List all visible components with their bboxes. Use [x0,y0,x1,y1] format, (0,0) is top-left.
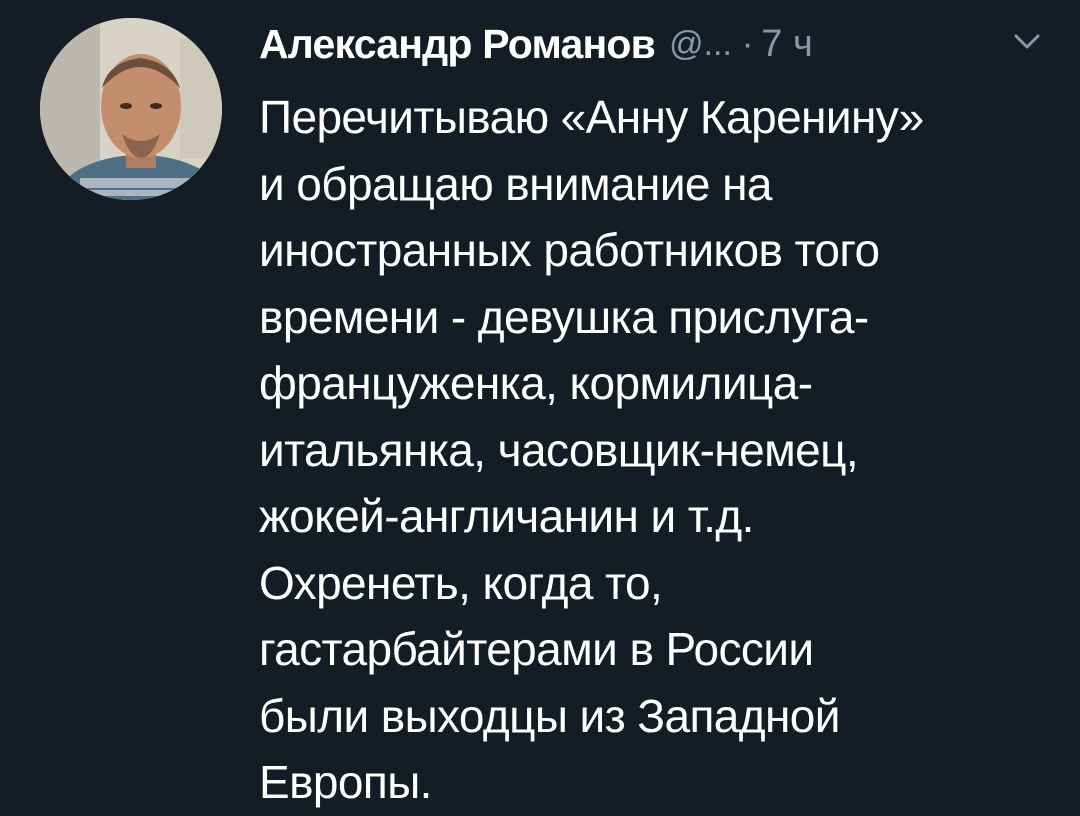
tweet-text-line: Европы. [259,756,432,808]
avatar[interactable] [40,18,222,200]
tweet-text-line: и обращаю внимание на [259,157,772,210]
author-handle[interactable]: @... [669,25,732,64]
tweet: Александр Романов @... · 7 ч Перечитываю… [0,0,1080,808]
tweet-text-line: иностранных работников того [259,224,880,276]
tweet-text-line: Охренеть, когда то, [259,556,663,609]
separator: · [741,24,754,63]
user-avatar-icon [40,18,222,200]
tweet-text-line: Перечитываю «Анну Каренину» [259,91,924,143]
chevron-down-icon [1014,34,1040,49]
more-options-button[interactable] [1012,30,1042,54]
tweet-text: Перечитываю «Анну Каренину» и обращаю вн… [259,84,1059,816]
tweet-text-line: гастарбайтерами в России [259,623,814,675]
tweet-text-line: француженка, кормилица- [259,357,813,409]
author-name[interactable]: Александр Романов [259,21,656,68]
tweet-text-line: времени - девушка прислуга- [259,290,869,343]
tweet-text-line: были выходцы из Западной [259,689,840,742]
timestamp[interactable]: 7 ч [761,23,813,66]
tweet-header: Александр Романов @... · 7 ч [259,14,813,74]
tweet-text-line: жокей-англичанин и т.д. [259,490,754,542]
tweet-text-line: итальянка, часовщик-немец, [259,423,859,476]
